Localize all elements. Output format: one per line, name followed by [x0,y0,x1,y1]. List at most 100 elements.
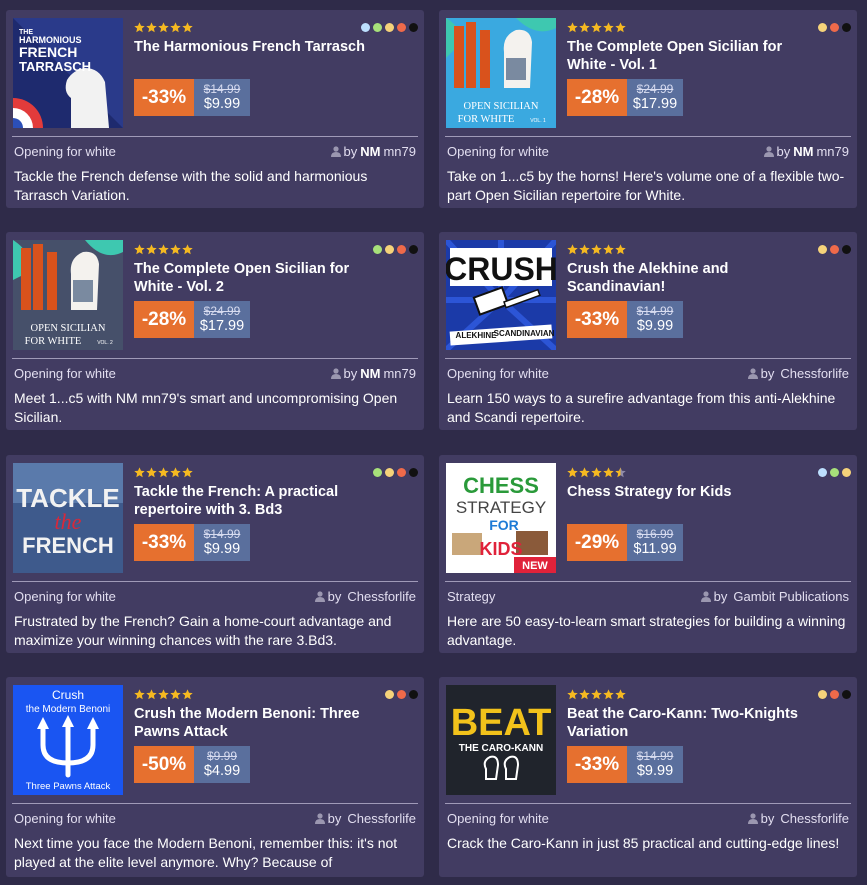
price-box[interactable]: -28% $24.99 $17.99 [134,301,250,338]
author-byline[interactable]: by Chessforlife [747,811,849,826]
course-title[interactable]: The Complete Open Sicilian for White - V… [134,260,374,296]
course-title[interactable]: Crush the Alekhine and Scandinavian! [567,260,807,296]
course-title[interactable]: Crush the Modern Benoni: Three Pawns Att… [134,705,374,741]
level-dot [842,23,851,32]
star-icon [182,244,193,255]
course-description: Tackle the French defense with the solid… [14,168,368,203]
course-title[interactable]: Chess Strategy for Kids [567,483,807,501]
author-name: mn79 [383,366,416,381]
star-icon [170,22,181,33]
rating-stars [567,467,626,478]
course-cover-image[interactable]: BEAT THE CARO-KANN [446,685,556,795]
by-label: by [327,811,342,826]
old-price: $14.99 [203,82,241,96]
user-icon [763,146,774,157]
level-dots [818,245,851,254]
course-title[interactable]: Tackle the French: A practical repertoir… [134,483,374,519]
course-category: Opening for white [14,811,116,826]
star-icon [615,467,626,478]
price-stack: $14.99 $9.99 [627,746,683,783]
level-dot [842,468,851,477]
level-dot [373,468,382,477]
course-cover-image[interactable]: OPEN SICILIAN FOR WHITE VOL. 2 [13,240,123,350]
cover-line-3: Three Pawns Attack [26,781,111,792]
course-card[interactable]: OPEN SICILIAN FOR WHITE VOL. 2 The Compl… [6,232,424,430]
level-dot [409,23,418,32]
author-title: NM [360,366,381,381]
star-icon [615,689,626,700]
divider [12,136,418,137]
cover-line-2: FOR WHITE [25,336,82,347]
by-label: by [343,366,358,381]
divider [12,803,418,804]
price-box[interactable]: -33% $14.99 $9.99 [567,746,683,783]
price-box[interactable]: -33% $14.99 $9.99 [567,301,683,338]
discount-badge: -33% [567,301,627,338]
level-dot [373,245,382,254]
author-name: Chessforlife [347,589,416,604]
star-icon [182,689,193,700]
star-icon [591,244,602,255]
course-title[interactable]: The Harmonious French Tarrasch [134,38,374,56]
rating-stars [134,467,193,478]
course-cover-image[interactable]: OPEN SICILIAN FOR WHITE VOL. 1 [446,18,556,128]
course-cover-image[interactable]: CRUSH ALEKHINE SCANDINAVIAN [446,240,556,350]
level-dot [373,23,382,32]
price-box[interactable]: -33% $14.99 $9.99 [134,79,250,116]
course-cover-image[interactable]: THE HARMONIOUS FRENCH TARRASCH [13,18,123,128]
course-card[interactable]: TACKLE the FRENCH Tackle the French: A p… [6,455,424,653]
level-dots [818,690,851,699]
cover-line-1: Crush [52,688,84,702]
star-icon [158,467,169,478]
divider [12,358,418,359]
discount-badge: -33% [134,79,194,116]
star-icon [579,244,590,255]
old-price: $24.99 [203,304,241,318]
level-dot [842,245,851,254]
level-dot [818,245,827,254]
cover-line-1: CRUSH [446,251,556,287]
author-byline[interactable]: by NM mn79 [330,144,416,159]
cover-line-1: CHESS [463,473,539,498]
author-byline[interactable]: by Gambit Publications [700,589,849,604]
course-title[interactable]: The Complete Open Sicilian for White - V… [567,38,807,74]
author-byline[interactable]: by NM mn79 [330,366,416,381]
star-icon [182,467,193,478]
level-dot [409,245,418,254]
star-icon [134,467,145,478]
course-card[interactable]: CRUSH ALEKHINE SCANDINAVIAN Crush the Al… [439,232,857,430]
course-card[interactable]: OPEN SICILIAN FOR WHITE VOL. 1 The Compl… [439,10,857,208]
author-name: Chessforlife [347,811,416,826]
course-card[interactable]: THE HARMONIOUS FRENCH TARRASCH The Harmo… [6,10,424,208]
course-description: Frustrated by the French? Gain a home-co… [14,613,392,648]
by-label: by [327,589,342,604]
author-byline[interactable]: by Chessforlife [314,589,416,604]
price-box[interactable]: -50% $9.99 $4.99 [134,746,250,783]
course-title[interactable]: Beat the Caro-Kann: Two-Knights Variatio… [567,705,807,741]
level-dot [409,468,418,477]
course-card[interactable]: Crush the Modern Benoni Three Pawns Atta… [6,677,424,877]
course-card[interactable]: BEAT THE CARO-KANN Beat the Caro-Kann: T… [439,677,857,877]
level-dot [409,690,418,699]
author-title: NM [360,144,381,159]
cover-line-3: FRENCH [22,533,114,558]
level-dot [361,23,370,32]
cover-line-3: VOL. 2 [97,340,113,346]
divider [12,581,418,582]
course-cover-image[interactable]: Crush the Modern Benoni Three Pawns Atta… [13,685,123,795]
author-byline[interactable]: by Chessforlife [314,811,416,826]
author-byline[interactable]: by NM mn79 [763,144,849,159]
new-price: $11.99 [633,541,677,557]
rating-stars [567,244,626,255]
price-box[interactable]: -29% $16.99 $11.99 [567,524,683,561]
course-cover-image[interactable]: CHESS STRATEGY FOR KIDS NEW [446,463,556,573]
course-card[interactable]: CHESS STRATEGY FOR KIDS NEW Chess Strate… [439,455,857,653]
course-cover-image[interactable]: TACKLE the FRENCH [13,463,123,573]
price-box[interactable]: -28% $24.99 $17.99 [567,79,683,116]
author-byline[interactable]: by Chessforlife [747,366,849,381]
course-description: Here are 50 easy-to-learn smart strategi… [447,613,846,648]
price-box[interactable]: -33% $14.99 $9.99 [134,524,250,561]
discount-badge: -33% [567,746,627,783]
level-dots [373,468,418,477]
user-icon [314,591,325,602]
